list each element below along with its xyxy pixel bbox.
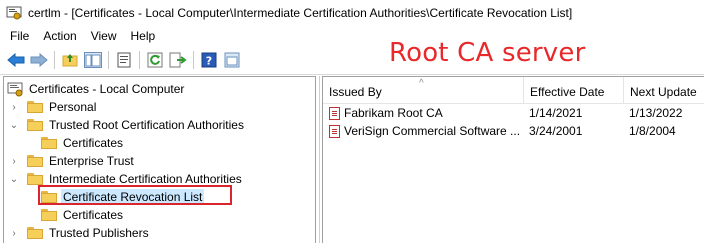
menu-help[interactable]: Help <box>124 26 163 46</box>
tree-item-label: Certificates <box>63 208 124 222</box>
cell-issued-by: VeriSign Commercial Software ... <box>323 124 523 138</box>
tree-root-label: Certificates - Local Computer <box>29 82 185 96</box>
column-label: Effective Date <box>530 85 605 99</box>
tree-item-label: Trusted Publishers <box>49 226 149 240</box>
tree-item-label: Personal <box>49 100 97 114</box>
tree-item-trusted-root[interactable]: ⌄ Trusted Root Certification Authorities <box>9 116 246 134</box>
column-header-issued-by[interactable]: ^ Issued By <box>323 77 523 103</box>
chevron-right-icon[interactable]: › <box>9 156 19 167</box>
tree-root[interactable]: Certificates - Local Computer <box>7 80 186 98</box>
crl-icon <box>329 124 340 138</box>
column-label: Next Update <box>630 85 697 99</box>
svg-text:?: ? <box>206 55 212 68</box>
tree-item-intermediate-certificates[interactable]: Certificates <box>41 206 125 224</box>
highlight-annotation-box <box>38 185 232 205</box>
cell-text: Fabrikam Root CA <box>344 106 443 120</box>
toolbar-divider <box>0 74 704 75</box>
chevron-right-icon[interactable]: › <box>9 102 19 113</box>
results-list[interactable]: ^ Issued By Effective Date Next Update F… <box>322 76 704 243</box>
menu-view[interactable]: View <box>84 26 124 46</box>
menu-bar: File Action View Help <box>0 26 704 46</box>
column-header-effective-date[interactable]: Effective Date <box>523 77 623 103</box>
chevron-down-icon[interactable]: ⌄ <box>9 174 19 185</box>
toolbar-separator <box>193 51 194 69</box>
toolbar-separator <box>139 51 140 69</box>
annotation-root-ca-server: Root CA server <box>389 38 586 68</box>
certlm-app-icon[interactable] <box>6 5 22 21</box>
properties-icon[interactable] <box>114 50 134 70</box>
toolbar-separator <box>54 51 55 69</box>
toolbar-separator <box>108 51 109 69</box>
mmc-window-icon[interactable] <box>222 50 242 70</box>
column-label: Issued By <box>329 85 382 99</box>
folder-icon <box>41 209 57 221</box>
back-arrow-icon[interactable] <box>6 50 26 70</box>
console-tree[interactable]: Certificates - Local Computer › Personal… <box>3 76 316 243</box>
chevron-down-icon[interactable]: ⌄ <box>9 120 19 131</box>
list-header: ^ Issued By Effective Date Next Update <box>323 77 704 104</box>
window-title: certlm - [Certificates - Local Computer\… <box>28 6 573 20</box>
tree-item-label: Enterprise Trust <box>49 154 134 168</box>
folder-icon <box>27 101 43 113</box>
tree-item-personal[interactable]: › Personal <box>9 98 98 116</box>
tree-item-label: Trusted Root Certification Authorities <box>49 118 244 132</box>
cell-text: VeriSign Commercial Software ... <box>344 124 521 138</box>
up-folder-icon[interactable] <box>60 50 80 70</box>
folder-icon <box>27 119 43 131</box>
cell-effective-date: 1/14/2021 <box>529 106 583 120</box>
tree-item-trusted-publishers[interactable]: › Trusted Publishers <box>9 224 151 242</box>
folder-icon <box>41 137 57 149</box>
help-icon[interactable]: ? <box>199 50 219 70</box>
cell-effective-date: 3/24/2001 <box>529 124 583 138</box>
export-list-icon[interactable] <box>168 50 188 70</box>
cell-next-update: 1/8/2004 <box>629 124 676 138</box>
menu-file[interactable]: File <box>0 26 36 46</box>
menu-action[interactable]: Action <box>36 26 83 46</box>
chevron-right-icon[interactable]: › <box>9 228 19 239</box>
pane-splitter[interactable] <box>319 76 320 243</box>
forward-arrow-icon[interactable] <box>29 50 49 70</box>
certificates-snapin-icon <box>7 81 23 97</box>
refresh-icon[interactable] <box>145 50 165 70</box>
list-row[interactable]: Fabrikam Root CA 1/14/2021 1/13/2022 <box>323 104 704 122</box>
list-row[interactable]: VeriSign Commercial Software ... 3/24/20… <box>323 122 704 140</box>
sort-ascending-icon: ^ <box>419 78 424 89</box>
toolbar: ? <box>0 47 704 73</box>
column-header-next-update[interactable]: Next Update <box>623 77 704 103</box>
folder-icon <box>27 155 43 167</box>
crl-icon <box>329 106 340 120</box>
tree-item-trusted-root-certificates[interactable]: Certificates <box>41 134 125 152</box>
tree-item-enterprise-trust[interactable]: › Enterprise Trust <box>9 152 136 170</box>
folder-icon <box>27 227 43 239</box>
folder-icon <box>27 173 43 185</box>
show-hide-tree-icon[interactable] <box>83 50 103 70</box>
title-bar: certlm - [Certificates - Local Computer\… <box>0 0 704 26</box>
cell-next-update: 1/13/2022 <box>629 106 683 120</box>
tree-item-label: Certificates <box>63 136 124 150</box>
cell-issued-by: Fabrikam Root CA <box>323 106 523 120</box>
